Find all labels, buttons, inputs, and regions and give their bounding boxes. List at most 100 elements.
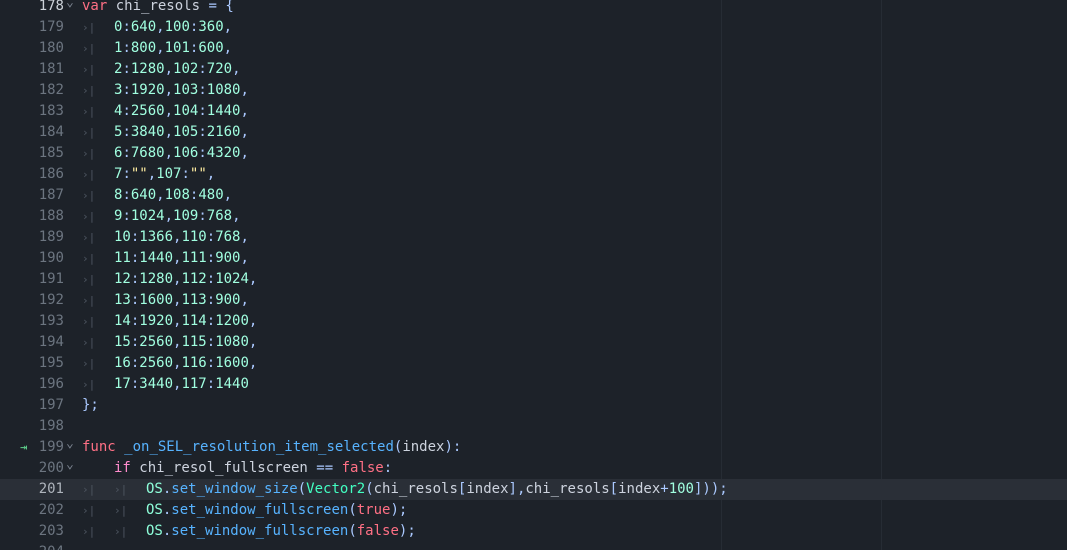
code-line[interactable]: 178 ⌄ var chi_resols = { bbox=[0, 0, 1067, 17]
code-text[interactable]: func _on_SEL_resolution_item_selected(in… bbox=[82, 437, 461, 458]
code-line[interactable]: 179 ›| 0:640,100:360, bbox=[0, 17, 1067, 38]
code-token: , bbox=[248, 271, 258, 287]
code-token: 2560 bbox=[139, 334, 174, 350]
code-token: , bbox=[240, 103, 249, 119]
code-token: 720 bbox=[206, 61, 233, 77]
code-line[interactable]: 192 ›| 13:1600,113:900, bbox=[0, 290, 1067, 311]
code-text[interactable]: ›| 0:640,100:360, bbox=[82, 17, 232, 38]
code-line[interactable]: 190 ›| 11:1440,111:900, bbox=[0, 248, 1067, 269]
code-token: , bbox=[223, 19, 233, 35]
code-token: 3840 bbox=[130, 124, 165, 140]
code-token: 100 bbox=[164, 19, 190, 35]
line-number: 178 bbox=[38, 0, 64, 14]
code-text[interactable]: ›| 12:1280,112:1024, bbox=[82, 269, 257, 290]
code-token: : bbox=[198, 145, 207, 161]
code-token: OS bbox=[146, 502, 163, 518]
code-token: ( bbox=[348, 502, 357, 518]
code-line[interactable]: 196 ›| 17:3440,117:1440 bbox=[0, 374, 1067, 395]
code-text[interactable]: ›| 13:1600,113:900, bbox=[82, 290, 249, 311]
code-token: 103 bbox=[173, 82, 199, 98]
code-line[interactable]: 189 ›| 10:1366,110:768, bbox=[0, 227, 1067, 248]
code-token: 17 bbox=[114, 376, 131, 392]
line-number: 184 bbox=[38, 124, 64, 140]
code-text[interactable]: ›| ›| OS.set_window_fullscreen(true); bbox=[82, 500, 407, 521]
code-text[interactable]: ›| ›| OS.set_window_size(Vector2(chi_resol… bbox=[82, 479, 728, 500]
code-line[interactable]: 193 ›| 14:1920,114:1200, bbox=[0, 311, 1067, 332]
code-token: : bbox=[206, 376, 216, 392]
code-token: , bbox=[223, 187, 233, 203]
code-text[interactable]: ›| 3:1920,103:1080, bbox=[82, 80, 249, 101]
code-line[interactable]: 197}; bbox=[0, 395, 1067, 416]
code-line[interactable]: 203 ›| ›| OS.set_window_fullscreen(false); bbox=[0, 521, 1067, 542]
code-text[interactable]: ›| 5:3840,105:2160, bbox=[82, 122, 249, 143]
code-line[interactable]: 185 ›| 6:7680,106:4320, bbox=[0, 143, 1067, 164]
code-line[interactable]: 183 ›| 4:2560,104:1440, bbox=[0, 101, 1067, 122]
code-token: OS bbox=[146, 523, 163, 539]
tab-marker-icon: ›| bbox=[82, 273, 96, 286]
code-line[interactable]: 204 bbox=[0, 542, 1067, 550]
code-token: : bbox=[122, 187, 131, 203]
code-text[interactable]: ›| 16:2560,116:1600, bbox=[82, 353, 257, 374]
line-number: 194 bbox=[38, 334, 64, 350]
code-token: 12 bbox=[114, 271, 131, 287]
code-token: 1200 bbox=[215, 313, 249, 329]
code-line[interactable]: ⇥ 199 ⌄ func _on_SEL_resolution_item_select… bbox=[0, 437, 1067, 458]
code-text[interactable]: ›| 17:3440,117:1440 bbox=[82, 374, 249, 395]
line-number: 185 bbox=[38, 145, 64, 161]
code-line[interactable]: 191 ›| 12:1280,112:1024, bbox=[0, 269, 1067, 290]
code-line[interactable]: 194 ›| 15:2560,115:1080, bbox=[0, 332, 1067, 353]
code-text[interactable]: var chi_resols = { bbox=[82, 0, 234, 17]
code-text[interactable]: ›| ›| OS.set_window_fullscreen(false); bbox=[82, 521, 416, 542]
code-text[interactable]: }; bbox=[82, 395, 99, 416]
code-line[interactable]: 198 bbox=[0, 416, 1067, 437]
code-line[interactable]: 181 ›| 2:1280,102:720, bbox=[0, 59, 1067, 80]
code-token: , bbox=[240, 124, 249, 140]
code-line[interactable]: 188 ›| 9:1024,109:768, bbox=[0, 206, 1067, 227]
code-token: : bbox=[122, 40, 131, 56]
line-number: 191 bbox=[38, 271, 64, 287]
code-text[interactable]: ›| 4:2560,104:1440, bbox=[82, 101, 249, 122]
code-token: , bbox=[164, 103, 174, 119]
code-token: 15 bbox=[114, 334, 131, 350]
fold-arrow-icon[interactable]: ⌄ bbox=[66, 0, 78, 10]
fold-arrow-icon[interactable]: ⌄ bbox=[66, 458, 78, 472]
tab-marker-icon: ›| bbox=[82, 105, 96, 118]
code-token: 1440 bbox=[215, 376, 249, 392]
tab-marker-icon: ›| bbox=[82, 189, 96, 202]
code-token: chi_resols bbox=[373, 481, 458, 497]
code-line[interactable]: 186 ›| 7:"",107:"", bbox=[0, 164, 1067, 185]
code-line[interactable]: 184 ›| 5:3840,105:2160, bbox=[0, 122, 1067, 143]
code-text[interactable]: ›| 6:7680,106:4320, bbox=[82, 143, 249, 164]
code-text[interactable]: ›| 14:1920,114:1200, bbox=[82, 311, 257, 332]
code-text[interactable]: ›| 7:"",107:"", bbox=[82, 164, 215, 185]
code-text[interactable]: ›| 2:1280,102:720, bbox=[82, 59, 241, 80]
code-token: 114 bbox=[181, 313, 207, 329]
tab-marker-icon: ›| bbox=[82, 168, 96, 181]
code-editor[interactable]: 178 ⌄ var chi_resols = {179 ›| 0:640,100:360… bbox=[0, 0, 1067, 550]
code-line[interactable]: 180 ›| 1:800,101:600, bbox=[0, 38, 1067, 59]
line-number: 201 bbox=[38, 481, 64, 497]
code-line[interactable]: 182 ›| 3:1920,103:1080, bbox=[0, 80, 1067, 101]
tab-marker-icon: ›| bbox=[82, 525, 96, 538]
code-token: false bbox=[341, 460, 384, 476]
code-text[interactable]: if chi_resol_fullscreen == false: bbox=[82, 458, 392, 479]
code-line[interactable]: 195 ›| 16:2560,116:1600, bbox=[0, 353, 1067, 374]
tab-marker-icon: ›| bbox=[114, 483, 128, 496]
code-text[interactable]: ›| 8:640,108:480, bbox=[82, 185, 232, 206]
code-token: : bbox=[198, 82, 207, 98]
code-token: : bbox=[122, 145, 131, 161]
fold-arrow-icon[interactable]: ⌄ bbox=[66, 437, 78, 451]
code-line[interactable]: 201 ›| ›| OS.set_window_size(Vector2(chi_re… bbox=[0, 479, 1067, 500]
code-line[interactable]: 202 ›| ›| OS.set_window_fullscreen(true); bbox=[0, 500, 1067, 521]
code-token: set_window_size bbox=[171, 481, 298, 497]
code-text[interactable]: ›| 10:1366,110:768, bbox=[82, 227, 249, 248]
code-line[interactable]: 200 ⌄ if chi_resol_fullscreen == false: bbox=[0, 458, 1067, 479]
code-text[interactable]: ›| 1:800,101:600, bbox=[82, 38, 232, 59]
code-text[interactable]: ›| 11:1440,111:900, bbox=[82, 248, 249, 269]
code-token: : bbox=[122, 124, 131, 140]
code-text[interactable]: ›| 9:1024,109:768, bbox=[82, 206, 241, 227]
line-number: 200 bbox=[38, 460, 64, 476]
code-text[interactable]: ›| 15:2560,115:1080, bbox=[82, 332, 257, 353]
code-line[interactable]: 187 ›| 8:640,108:480, bbox=[0, 185, 1067, 206]
code-token: , bbox=[240, 145, 249, 161]
